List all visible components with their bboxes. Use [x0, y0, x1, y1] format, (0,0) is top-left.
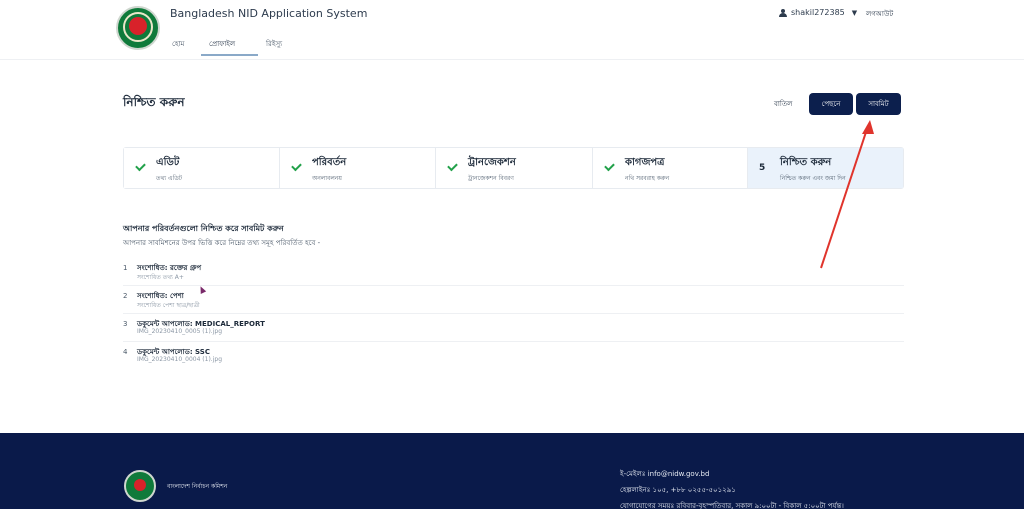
item-index: 3	[123, 320, 128, 328]
step-title: পরিবর্তন	[312, 157, 347, 168]
step-subtitle: নিশ্চিত করুন এবং জমা দিন	[780, 175, 846, 182]
step-title: এডিট	[156, 157, 180, 168]
step-documents[interactable]: কাগজপত্র নথি সরবরাহ করুন	[593, 148, 748, 188]
step-change[interactable]: পরিবর্তন অনলাবলনয়	[280, 148, 436, 188]
item-detail: IMG_20230410_0004 (1).jpg	[137, 356, 223, 363]
item-index: 1	[123, 264, 128, 272]
list-item: 3 ডকুমেন্ট আপলোড: MEDICAL_REPORT IMG_202…	[123, 314, 904, 342]
step-subtitle: নথি সরবরাহ করুন	[625, 175, 670, 182]
step-subtitle: তথ্য এডিট	[156, 175, 183, 182]
footer-phone: হেল্পলাইনঃ ১০৫, +৮৮ ০২৫৫-৫০১২৯১	[620, 486, 736, 494]
footer-org-name: বাংলাদেশ নির্বাচন কমিশন	[167, 483, 228, 490]
back-button[interactable]: পেছনে	[809, 93, 853, 115]
step-confirm[interactable]: 5 নিশ্চিত করুন নিশ্চিত করুন এবং জমা দিন	[748, 148, 903, 188]
item-index: 2	[123, 292, 128, 300]
step-title: নিশ্চিত করুন	[780, 157, 832, 168]
chevron-down-icon: ▼	[851, 8, 858, 17]
footer-hours: যোগাযোগের সময়ঃ রবিবার-বৃহস্পতিবার, সকাল…	[620, 502, 844, 509]
list-item: 1 সংশোধিত: রক্তের গ্রুপ সংশোধিত তথ্য A+	[123, 258, 904, 286]
site-footer: বাংলাদেশ নির্বাচন কমিশন ই-মেইলঃ info@nid…	[0, 433, 1024, 509]
main-nav: হোম প্রোফাইল রিইস্যু	[172, 36, 282, 56]
username: shakil272385	[791, 8, 845, 17]
summary-title: আপনার পরিবর্তনগুলো নিশ্চিত করে সাবমিট কর…	[123, 224, 284, 233]
tab-profile[interactable]: প্রোফাইল	[201, 36, 260, 56]
item-detail: IMG_20230410_0005 (1).jpg	[137, 328, 223, 335]
logo-seal-icon	[134, 479, 146, 491]
user-icon	[779, 8, 787, 17]
progress-stepper: এডিট তথ্য এডিট পরিবর্তন অনলাবলনয় ট্রানজ…	[123, 147, 904, 189]
logo-seal-icon	[129, 17, 147, 35]
app-title: Bangladesh NID Application System	[170, 7, 368, 20]
tab-home[interactable]: হোম	[172, 36, 199, 56]
item-detail: সংশোধিত তথ্য A+	[137, 274, 184, 281]
submit-button[interactable]: সাবমিট	[856, 93, 901, 115]
step-title: ট্রানজেকশন	[468, 157, 516, 168]
tab-reissue[interactable]: রিইস্যু	[266, 36, 282, 56]
step-title: কাগজপত্র	[625, 157, 665, 168]
election-commission-logo[interactable]	[116, 6, 160, 50]
step-edit[interactable]: এডিট তথ্য এডিট	[124, 148, 280, 188]
list-item: 4 ডকুমেন্ট আপলোড: SSC IMG_20230410_0004 …	[123, 342, 904, 370]
checkmark-icon	[291, 160, 302, 172]
page-title: নিশ্চিত করুন	[123, 95, 185, 109]
checkmark-icon	[135, 160, 146, 172]
checkmark-icon	[604, 160, 615, 172]
logout-link[interactable]: লগআউট	[866, 8, 893, 20]
summary-subtitle: আপনার সাবমিশনের উপর ভিত্তি করে নিম্নের ত…	[123, 239, 321, 247]
election-commission-logo	[124, 470, 156, 502]
item-index: 4	[123, 348, 128, 356]
item-detail: সংশোধিত পেশা ছাত্র/ছাত্রী	[137, 302, 200, 309]
checkmark-icon	[447, 160, 458, 172]
step-number: 5	[759, 163, 766, 173]
list-item: 2 সংশোধিত: পেশা সংশোধিত পেশা ছাত্র/ছাত্র…	[123, 286, 904, 314]
step-subtitle: ট্রানজেকশন বিবরণ	[468, 175, 514, 182]
step-subtitle: অনলাবলনয়	[312, 175, 342, 182]
user-menu[interactable]: shakil272385 ▼	[779, 8, 857, 17]
step-transaction[interactable]: ট্রানজেকশন ট্রানজেকশন বিবরণ	[436, 148, 593, 188]
changes-list: 1 সংশোধিত: রক্তের গ্রুপ সংশোধিত তথ্য A+ …	[123, 258, 904, 370]
app-header: Bangladesh NID Application System shakil…	[0, 0, 1024, 60]
cancel-button[interactable]: বাতিল	[774, 98, 792, 110]
footer-email[interactable]: ই-মেইলঃ info@nidw.gov.bd	[620, 468, 709, 480]
